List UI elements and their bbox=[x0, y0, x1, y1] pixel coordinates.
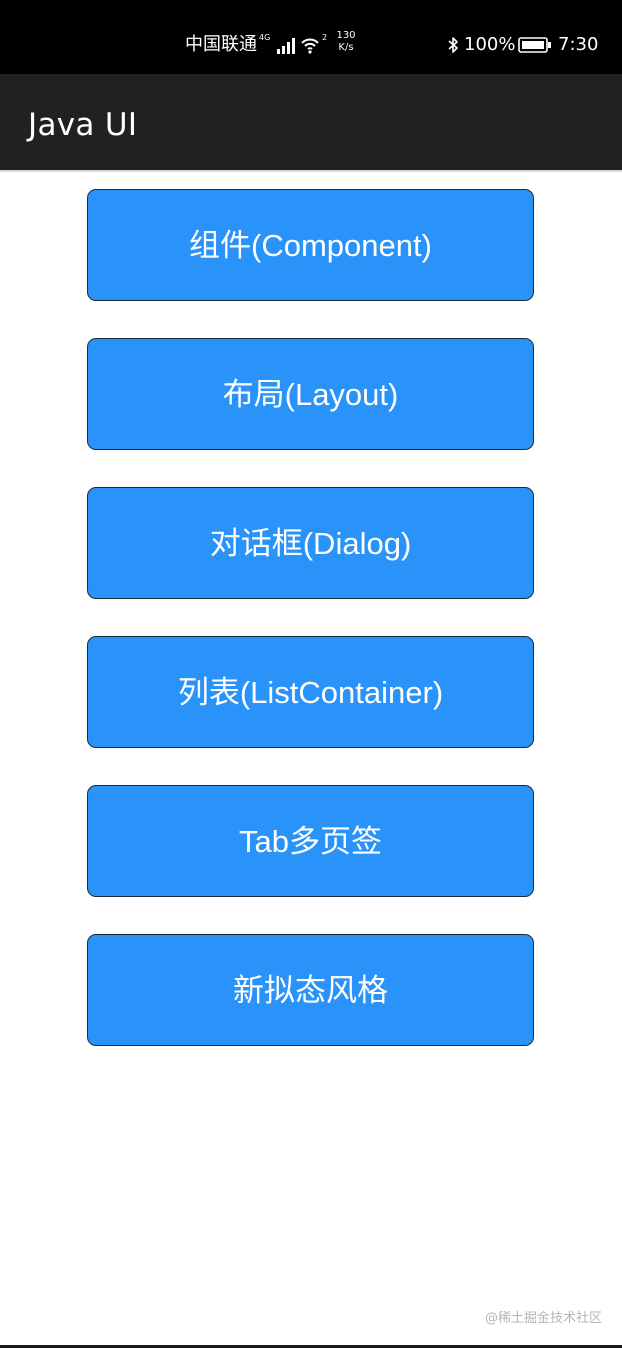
network-tag: 4G bbox=[259, 33, 271, 42]
wifi-icon bbox=[301, 38, 319, 54]
app-title: Java UI bbox=[28, 107, 138, 143]
battery-icon bbox=[518, 37, 551, 53]
screen: 中国联通 4G 2 130 K/s 100% 7:30 Java UI 组件(C… bbox=[0, 0, 622, 1348]
component-button[interactable]: 组件(Component) bbox=[87, 189, 534, 301]
app-bar-shadow bbox=[0, 170, 622, 173]
speed-unit: K/s bbox=[338, 42, 354, 53]
carrier-name: 中国联通 bbox=[185, 34, 257, 55]
layout-button[interactable]: 布局(Layout) bbox=[87, 338, 534, 450]
status-bar: 中国联通 4G 2 130 K/s 100% 7:30 bbox=[0, 0, 622, 74]
speed-value: 130 bbox=[336, 30, 356, 41]
dialog-button[interactable]: 对话框(Dialog) bbox=[87, 487, 534, 599]
neumorphism-style-button[interactable]: 新拟态风格 bbox=[87, 934, 534, 1046]
battery-percent: 100% bbox=[464, 34, 516, 55]
network-speed: 130 K/s bbox=[334, 30, 358, 54]
clock: 7:30 bbox=[558, 34, 599, 55]
signal-icon bbox=[277, 38, 295, 54]
bluetooth-icon bbox=[448, 37, 458, 53]
wifi-tag: 2 bbox=[322, 33, 328, 42]
tab-pages-button[interactable]: Tab多页签 bbox=[87, 785, 534, 897]
list-container-button[interactable]: 列表(ListContainer) bbox=[87, 636, 534, 748]
watermark: @稀土掘金技术社区 bbox=[484, 1311, 602, 1326]
carrier-label: 中国联通 4G bbox=[185, 34, 270, 56]
